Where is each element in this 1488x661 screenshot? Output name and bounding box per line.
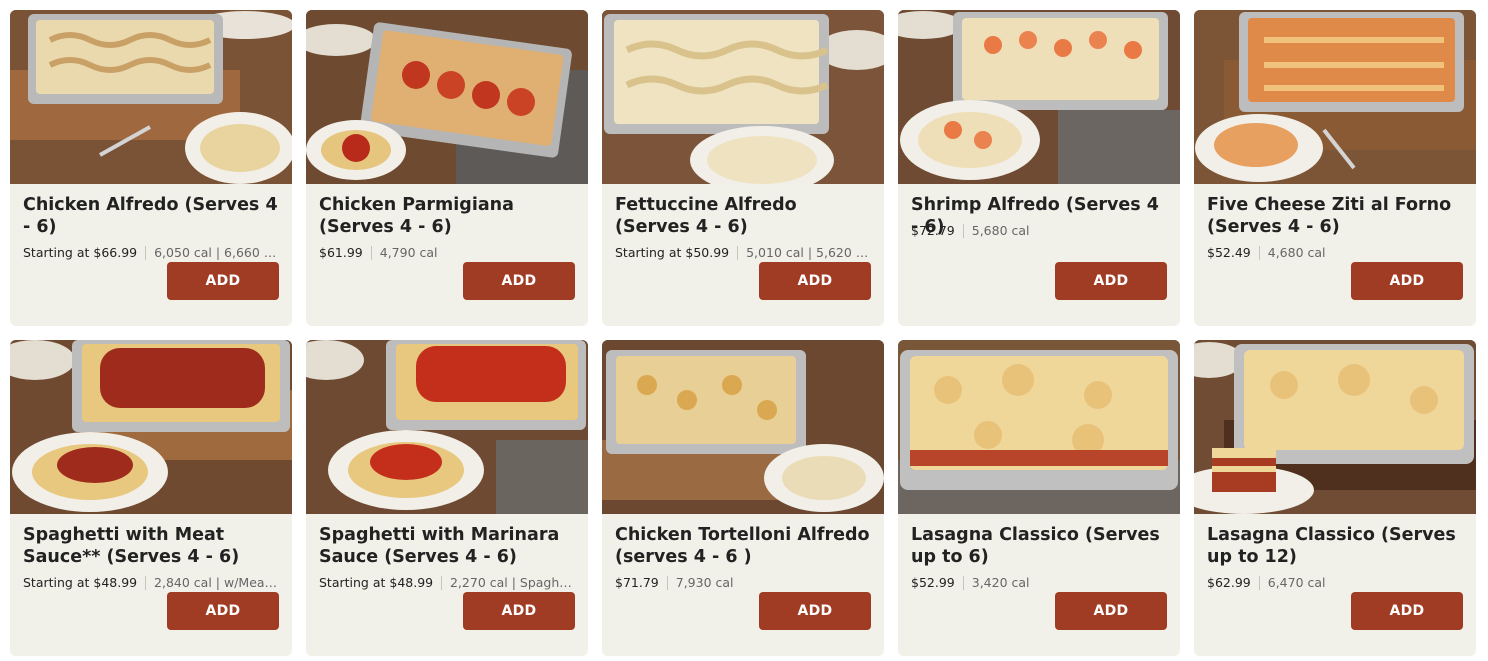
menu-grid: Chicken Alfredo (Serves 4 - 6) Starting …	[0, 0, 1488, 656]
menu-card[interactable]: Fettuccine Alfredo (Serves 4 - 6) Starti…	[602, 10, 884, 326]
add-button[interactable]: ADD	[463, 592, 575, 630]
menu-card[interactable]: Chicken Tortelloni Alfredo (serves 4 - 6…	[602, 340, 884, 656]
item-calories: 6,470 cal	[1267, 575, 1326, 590]
fettuccine-alfredo-photo[interactable]	[602, 10, 884, 184]
item-title[interactable]: Five Cheese Ziti al Forno (Serves 4 - 6)	[1207, 194, 1463, 238]
divider	[145, 575, 147, 590]
menu-card[interactable]: Chicken Alfredo (Serves 4 - 6) Starting …	[10, 10, 292, 326]
item-price: Starting at $48.99	[319, 575, 434, 590]
menu-card[interactable]: Spaghetti with Meat Sauce** (Serves 4 - …	[10, 340, 292, 656]
item-meta: $61.99 4,790 cal	[319, 245, 575, 260]
add-button[interactable]: ADD	[1351, 262, 1463, 300]
five-cheese-ziti-photo[interactable]	[1194, 10, 1476, 184]
item-calories: 4,680 cal	[1267, 245, 1326, 260]
add-button[interactable]: ADD	[759, 592, 871, 630]
add-button[interactable]: ADD	[1055, 592, 1167, 630]
menu-card[interactable]: Chicken Parmigiana (Serves 4 - 6) $61.99…	[306, 10, 588, 326]
item-calories: 7,930 cal	[675, 575, 734, 590]
item-price: $62.99	[1207, 575, 1251, 590]
menu-card[interactable]: Shrimp Alfredo (Serves 4 - 6) $72.79 5,6…	[898, 10, 1180, 326]
item-title[interactable]: Chicken Alfredo (Serves 4 - 6)	[23, 194, 279, 238]
add-button[interactable]: ADD	[1351, 592, 1463, 630]
item-meta: $52.99 3,420 cal	[911, 575, 1167, 590]
item-price: Starting at $48.99	[23, 575, 138, 590]
item-calories: 4,790 cal	[379, 245, 438, 260]
item-title[interactable]: Chicken Parmigiana (Serves 4 - 6)	[319, 194, 575, 238]
item-title[interactable]: Lasagna Classico (Serves up to 6)	[911, 524, 1167, 568]
divider	[1258, 575, 1260, 590]
divider	[737, 245, 739, 260]
lasagna-classico-12-photo[interactable]	[1194, 340, 1476, 514]
item-meta: $52.49 4,680 cal	[1207, 245, 1463, 260]
item-calories: 2,840 cal | w/Meatb…	[154, 575, 279, 590]
item-price: $61.99	[319, 245, 363, 260]
chicken-tortelloni-photo[interactable]	[602, 340, 884, 514]
menu-card[interactable]: Spaghetti with Marinara Sauce (Serves 4 …	[306, 340, 588, 656]
item-meta: $71.79 7,930 cal	[615, 575, 871, 590]
chicken-parmigiana-photo[interactable]	[306, 10, 588, 184]
item-price: $71.79	[615, 575, 659, 590]
item-price: $72.79	[911, 223, 955, 238]
item-title[interactable]: Chicken Tortelloni Alfredo (serves 4 - 6…	[615, 524, 871, 568]
divider	[370, 245, 372, 260]
divider	[666, 575, 668, 590]
spaghetti-marinara-photo[interactable]	[306, 340, 588, 514]
divider	[441, 575, 442, 590]
spaghetti-meat-sauce-photo[interactable]	[10, 340, 292, 514]
item-meta: Starting at $66.99 6,050 cal | 6,660 cal	[23, 245, 279, 260]
item-price: Starting at $50.99	[615, 245, 730, 260]
divider	[145, 245, 147, 260]
divider	[1258, 245, 1260, 260]
item-title[interactable]: Spaghetti with Marinara Sauce (Serves 4 …	[319, 524, 575, 568]
item-meta: $62.99 6,470 cal	[1207, 575, 1463, 590]
item-calories: 2,270 cal | Spaghetti …	[449, 575, 575, 590]
divider	[962, 575, 964, 590]
item-meta: Starting at $48.99 2,840 cal | w/Meatb…	[23, 575, 279, 590]
item-price: $52.49	[1207, 245, 1251, 260]
item-calories: 3,420 cal	[971, 575, 1030, 590]
add-button[interactable]: ADD	[1055, 262, 1167, 300]
item-title[interactable]: Fettuccine Alfredo (Serves 4 - 6)	[615, 194, 871, 238]
item-title[interactable]: Lasagna Classico (Serves up to 12)	[1207, 524, 1463, 568]
item-meta: Starting at $50.99 5,010 cal | 5,620 cal	[615, 245, 871, 260]
item-price: $52.99	[911, 575, 955, 590]
add-button[interactable]: ADD	[759, 262, 871, 300]
item-meta: $72.79 5,680 cal	[911, 223, 1167, 238]
item-meta: Starting at $48.99 2,270 cal | Spaghetti…	[319, 575, 575, 590]
menu-card[interactable]: Five Cheese Ziti al Forno (Serves 4 - 6)…	[1194, 10, 1476, 326]
item-title[interactable]: Spaghetti with Meat Sauce** (Serves 4 - …	[23, 524, 279, 568]
add-button[interactable]: ADD	[167, 592, 279, 630]
item-calories: 5,680 cal	[971, 223, 1030, 238]
shrimp-alfredo-photo[interactable]	[898, 10, 1180, 184]
menu-card[interactable]: Lasagna Classico (Serves up to 6) $52.99…	[898, 340, 1180, 656]
add-button[interactable]: ADD	[167, 262, 279, 300]
item-price: Starting at $66.99	[23, 245, 138, 260]
add-button[interactable]: ADD	[463, 262, 575, 300]
divider	[962, 223, 964, 238]
chicken-alfredo-photo[interactable]	[10, 10, 292, 184]
lasagna-classico-6-photo[interactable]	[898, 340, 1180, 514]
item-calories: 5,010 cal | 5,620 cal	[746, 245, 871, 260]
menu-card[interactable]: Lasagna Classico (Serves up to 12) $62.9…	[1194, 340, 1476, 656]
item-calories: 6,050 cal | 6,660 cal	[154, 245, 279, 260]
